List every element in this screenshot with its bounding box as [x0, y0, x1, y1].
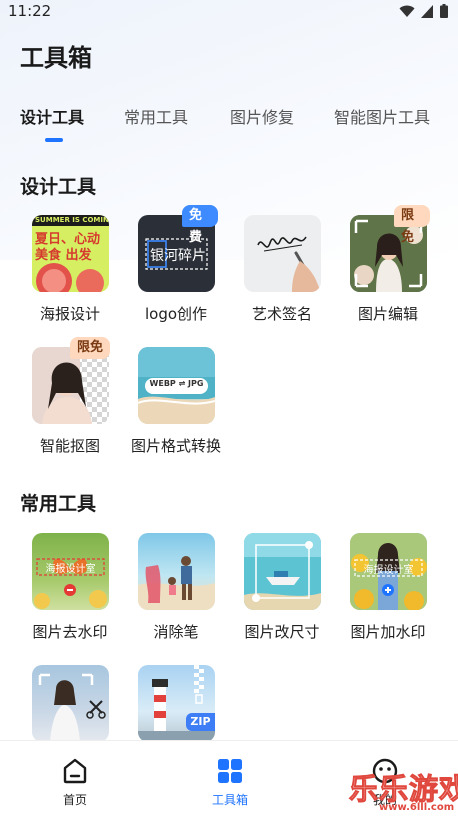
- crop-thumbnail: [32, 665, 109, 742]
- poster-heading: SUMMER IS COMING: [35, 216, 109, 224]
- free-badge: 免费: [182, 205, 218, 245]
- battery-icon: [440, 4, 448, 18]
- limited-free-badge: 限免: [70, 337, 111, 359]
- grid-icon: [218, 759, 242, 783]
- format-pill-text: WEBP ⇌ JPG: [149, 379, 204, 388]
- tool-label: 图片格式转换: [130, 437, 221, 455]
- tool-resize-image[interactable]: 图片改尺寸: [218, 533, 324, 653]
- tool-add-watermark[interactable]: 海报设计室 图片加水印: [324, 533, 430, 653]
- status-time: 11:22: [8, 2, 52, 20]
- tab-smart-image-tools[interactable]: 智能图片工具: [334, 104, 430, 128]
- eraser-thumbnail: [138, 533, 215, 610]
- wifi-icon: [399, 5, 415, 17]
- tool-label: 图片加水印: [350, 623, 426, 641]
- nav-home[interactable]: 首页: [35, 741, 115, 820]
- watermark-sample-text: 海报设计室: [363, 565, 414, 576]
- watermark-sample-text: 海报设计室: [45, 564, 96, 575]
- nav-toolbox[interactable]: 工具箱: [190, 741, 270, 820]
- beach-family-art: [138, 556, 215, 610]
- add-watermark-thumbnail: 海报设计室: [350, 533, 427, 610]
- tab-bar: 设计工具 常用工具 图片修复 智能图片工具: [0, 104, 458, 144]
- page-title: 工具箱: [20, 44, 92, 72]
- poster-line-2: 美食 出发: [35, 248, 92, 263]
- tool-image-edit[interactable]: 限免 图片编辑: [324, 205, 430, 335]
- watermark-removal-thumbnail: 海报设计室: [32, 533, 109, 610]
- tool-label: 图片编辑: [357, 305, 418, 323]
- poster-thumbnail: SUMMER IS COMING 夏日、心动 美食 出发: [32, 215, 109, 292]
- site-watermark: 乐乐游戏 www.6lll.com: [333, 760, 458, 820]
- tool-logo-creation[interactable]: 银河碎片 免费 logo创作: [112, 205, 218, 335]
- tab-common-tools[interactable]: 常用工具: [124, 104, 188, 128]
- signature-thumbnail: [244, 215, 321, 292]
- tab-design-tools[interactable]: 设计工具: [20, 104, 84, 128]
- tool-format-conversion[interactable]: WEBP ⇌ JPG 图片格式转换: [112, 347, 221, 467]
- tab-image-repair[interactable]: 图片修复: [230, 104, 294, 128]
- status-icons: [399, 4, 448, 18]
- compress-thumbnail: ZIP: [138, 665, 215, 742]
- section-title-common: 常用工具: [20, 493, 97, 515]
- crop-art: [38, 673, 106, 742]
- tool-smart-cutout[interactable]: 限免 智能抠图: [6, 337, 112, 467]
- limited-free-badge: 限免: [394, 205, 430, 245]
- active-tab-indicator: [45, 138, 63, 142]
- zip-label: ZIP: [186, 713, 215, 731]
- watermark-url: www.6lll.com: [379, 802, 455, 813]
- format-thumbnail: WEBP ⇌ JPG: [138, 347, 215, 424]
- resize-thumbnail: [244, 533, 321, 610]
- signature-art: [257, 236, 321, 292]
- signal-icon: [421, 4, 433, 18]
- boat-art: [244, 533, 321, 610]
- tool-art-signature[interactable]: 艺术签名: [218, 215, 324, 335]
- section-title-design: 设计工具: [20, 176, 97, 198]
- nav-label: 工具箱: [211, 793, 248, 807]
- nav-label: 首页: [62, 793, 87, 807]
- tool-poster-design[interactable]: SUMMER IS COMING 夏日、心动 美食 出发 海报设计: [6, 215, 112, 335]
- tool-watermark-removal[interactable]: 海报设计室 图片去水印: [6, 533, 112, 653]
- tool-eraser-pen[interactable]: 消除笔: [112, 533, 218, 653]
- home-icon: [63, 758, 87, 784]
- status-bar: 11:22: [0, 0, 458, 22]
